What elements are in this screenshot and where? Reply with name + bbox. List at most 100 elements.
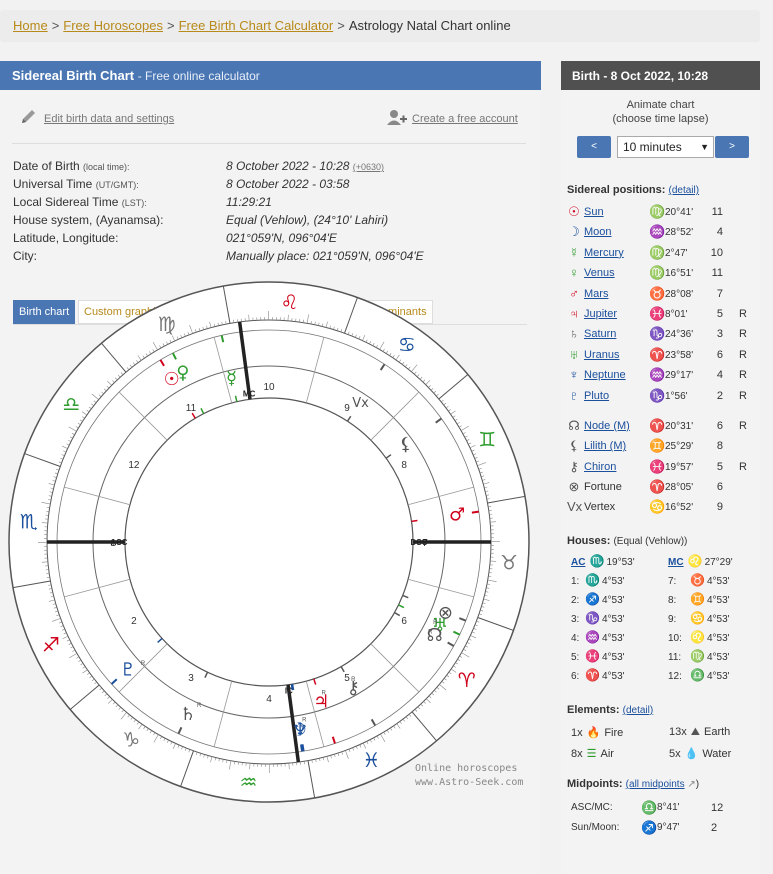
sign-icon: ♍: [690, 649, 705, 663]
planet-name[interactable]: Mercury: [584, 247, 624, 259]
neptune-icon: ♆: [569, 367, 579, 383]
planet-row: ⚸ Lilith (M) ♊ 25°29' 8: [567, 437, 757, 457]
midpoints-heading: Midpoints: (all midpoints ↗): [567, 778, 699, 790]
chevron-down-icon: ▼: [700, 142, 709, 152]
time-lapse-value: 10 minutes: [623, 140, 682, 154]
house-cusp: 10: ♌ 4°53': [668, 630, 730, 644]
birth-data-label-text: Universal Time: [13, 177, 93, 191]
breadcrumb: Home > Free Horoscopes > Free Birth Chart Ca…: [0, 10, 760, 42]
pluto-icon: ♇: [569, 387, 579, 403]
external-link-icon: ↗: [684, 779, 696, 790]
positions-detail-link[interactable]: (detail): [668, 185, 699, 196]
house-degree: 4°53': [602, 652, 625, 663]
planet-degree: 8°01': [665, 308, 688, 320]
planet-glyph-icon: Vx: [352, 396, 369, 411]
planet-house: 11: [711, 267, 723, 280]
sign-icon: ♑: [649, 387, 666, 403]
house-cusp: 11: ♍ 4°53': [668, 649, 730, 663]
planet-name[interactable]: Node (M): [584, 420, 630, 432]
time-lapse-select[interactable]: 10 minutes ▼: [617, 136, 714, 158]
midpoints-title: Midpoints:: [567, 778, 623, 790]
birth-data-value: Equal (Vehlow), (24°10' Lahiri): [226, 213, 388, 227]
planet-row: ♀ Venus ♍ 16°51' 11: [567, 264, 757, 284]
planet-row: Vx Vertex ♋ 16°52' 9: [567, 498, 757, 518]
sign-icon: ♍: [649, 204, 666, 219]
house-cusp: 9: ♋ 4°53': [668, 611, 730, 625]
retrograde-mark: R: [302, 718, 307, 724]
sign-icon: ♉: [649, 285, 666, 301]
mars-icon: ♂: [569, 285, 579, 301]
divider: [12, 143, 526, 144]
planet-house: 10: [710, 246, 723, 259]
planet-marker: [471, 510, 479, 514]
create-account[interactable]: Create a free account: [386, 109, 518, 125]
all-midpoints-link[interactable]: (all midpoints: [626, 779, 685, 790]
planet-degree: 28°08': [665, 288, 694, 300]
elements-detail-link[interactable]: (detail): [623, 705, 654, 716]
house-degree: 4°53': [602, 633, 625, 644]
houses-heading: Houses: (Equal (Vehlow)): [567, 535, 687, 547]
planet-name[interactable]: Moon: [584, 226, 612, 238]
planet-name[interactable]: Jupiter: [584, 308, 617, 320]
retrograde-flag: R: [739, 307, 747, 320]
element-count: 8x: [571, 748, 583, 760]
planet-name[interactable]: Sun: [584, 206, 604, 218]
planet-degree: 20°41': [665, 207, 694, 218]
planet-name[interactable]: Pluto: [584, 390, 609, 402]
house-number: 1:: [571, 576, 580, 587]
page-title: Sidereal Birth Chart: [12, 68, 135, 83]
breadcrumb-home-link[interactable]: Home: [13, 18, 48, 33]
birth-data-label: Universal Time (UT/GMT):: [13, 177, 139, 191]
planet-name[interactable]: Mars: [584, 288, 608, 300]
planet-name[interactable]: Lilith (M): [584, 440, 626, 452]
midpoint-house: 12: [711, 802, 724, 814]
next-time-button[interactable]: >: [715, 136, 749, 158]
sign-icon: ♓: [585, 649, 600, 663]
angle-row: AC ♏ 19°53' MC ♌ 27°29': [571, 552, 761, 571]
birth-data-value: 8 October 2022 - 03:58: [226, 177, 349, 191]
sign-icon: ♑: [649, 326, 666, 342]
breadcrumb-free-horoscopes-link[interactable]: Free Horoscopes: [63, 18, 163, 33]
timezone-link[interactable]: (+0630): [353, 162, 384, 172]
planet-row: ☉ Sun ♍ 20°41' 11: [567, 203, 757, 223]
planet-name[interactable]: Chiron: [584, 461, 616, 473]
asc-label: ASC: [111, 538, 128, 547]
edit-birth-data[interactable]: Edit birth data and settings: [20, 109, 174, 125]
sign-icon: ♒: [649, 367, 666, 383]
ac-link[interactable]: AC: [571, 557, 585, 568]
mc-link[interactable]: MC: [668, 557, 684, 568]
birth-data-value-text: 8 October 2022 - 03:58: [226, 177, 350, 191]
watermark-line: Online horoscopes: [415, 763, 518, 774]
birth-data-value: 11:29:21: [226, 195, 272, 209]
fortune-icon: ⊗: [568, 479, 580, 495]
create-account-link[interactable]: Create a free account: [412, 113, 518, 125]
birth-data-value-text: 11:29:21: [226, 195, 272, 209]
house-cusp: 5: ♓ 4°53': [571, 649, 625, 663]
house-degree: 4°53': [707, 595, 730, 606]
planet-name[interactable]: Venus: [584, 267, 615, 279]
house-cusp: 7: ♉ 4°53': [668, 573, 730, 587]
pencil-icon: [22, 110, 35, 123]
planet-name[interactable]: Neptune: [584, 369, 626, 381]
zodiac-sign-icon: ♓: [362, 748, 380, 772]
sidebar-header: Birth - 8 Oct 2022, 10:28: [561, 61, 760, 90]
retrograde-flag: R: [739, 389, 747, 402]
planet-name[interactable]: Uranus: [584, 349, 619, 361]
house-number: 9:: [668, 614, 677, 625]
element-count: 1x: [571, 727, 583, 739]
planet-row: ☿ Mercury ♍ 2°47' 10: [567, 244, 757, 264]
planet-name[interactable]: Saturn: [584, 328, 616, 340]
planet-degree: 28°52': [665, 227, 694, 239]
sign-icon: ♏: [585, 573, 600, 587]
zodiac-sign-icon: ♈: [458, 668, 476, 692]
midpoint-degree: 8°41': [657, 802, 680, 813]
venus-icon: ♀: [569, 265, 579, 281]
birth-data-value-text: Manually place: 021°059'N, 096°04'E: [226, 249, 424, 263]
breadcrumb-calculator-link[interactable]: Free Birth Chart Calculator: [179, 18, 334, 33]
edit-birth-data-link[interactable]: Edit birth data and settings: [44, 113, 174, 125]
retrograde-mark: R: [322, 690, 327, 696]
prev-time-button[interactable]: <: [577, 136, 611, 158]
house-row: 6: ♈ 4°53' 12: ♎ 4°53': [571, 666, 761, 685]
zodiac-sign-icon: ♎: [62, 392, 80, 416]
birth-data-label-text: Local Sidereal Time: [13, 195, 119, 209]
